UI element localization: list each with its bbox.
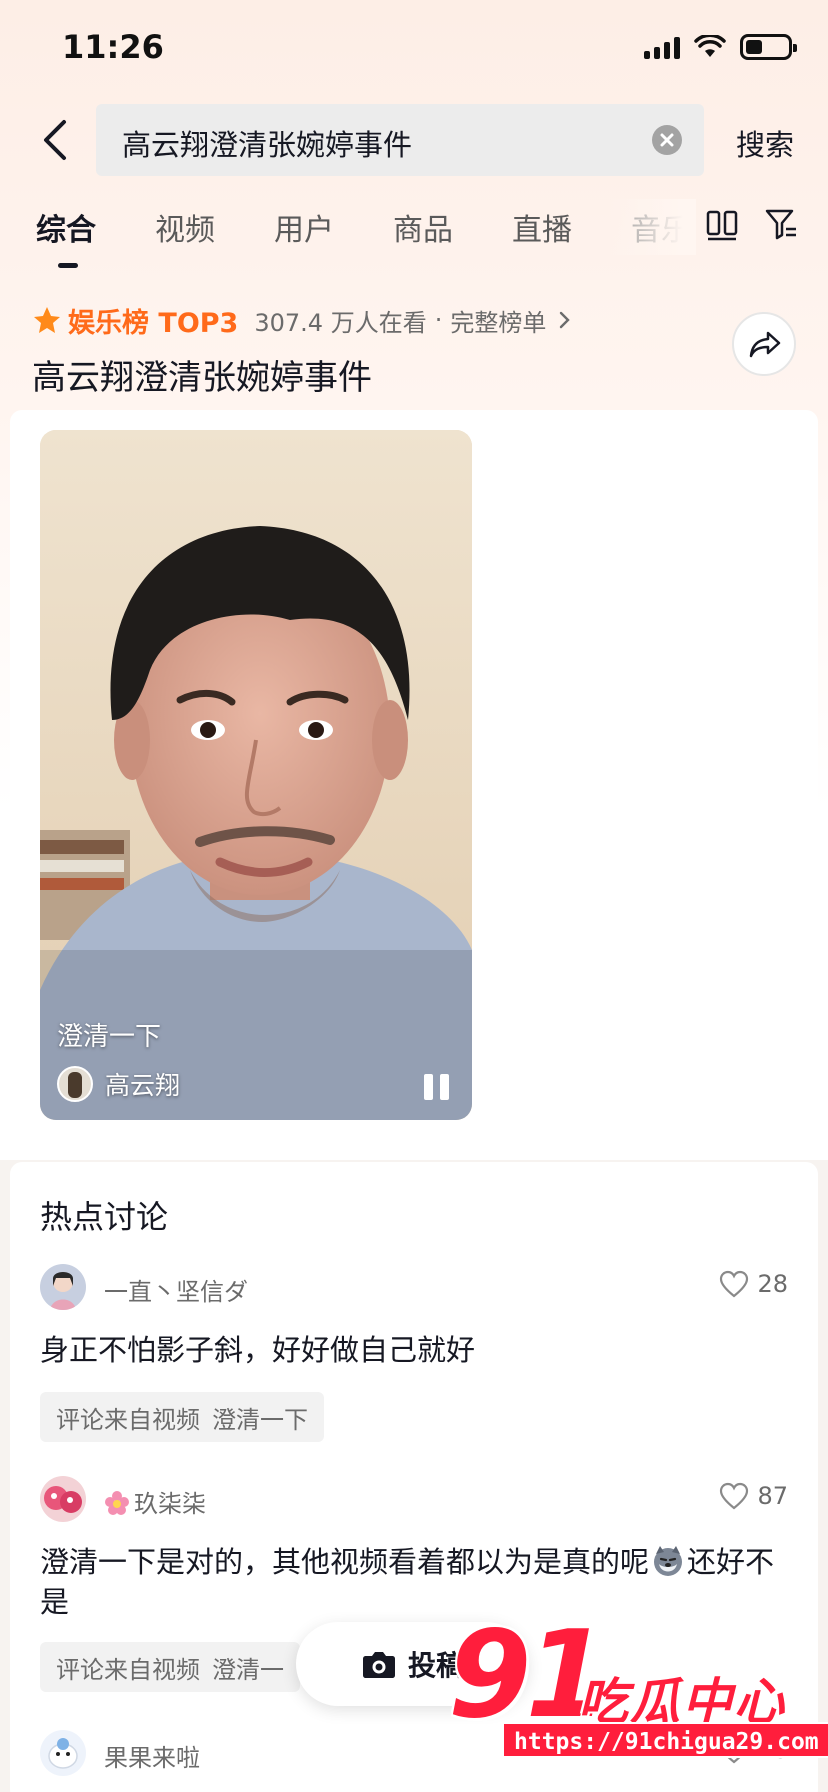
hotlist-view-count: 307.4 万人在看: [254, 308, 427, 337]
status-time: 11:26: [62, 28, 164, 66]
comment-text: 身正不怕影子斜，好好做自己就好: [40, 1333, 476, 1367]
comment-source-video: 澄清一: [212, 1655, 284, 1684]
avatar[interactable]: [40, 1476, 86, 1522]
heart-icon: [720, 1482, 749, 1510]
dual-column-layout-icon[interactable]: [706, 209, 738, 241]
active-tab-indicator: [58, 263, 78, 268]
comment-source-video: 澄清一下: [212, 1405, 308, 1434]
tab-video[interactable]: 视频: [155, 205, 215, 249]
result-tabs: 综合 视频 用户 商品 直播 音乐: [0, 199, 828, 275]
comment-source-tag[interactable]: 评论来自视频 澄清一: [40, 1642, 300, 1692]
comment-source-tag[interactable]: 评论来自视频 澄清一下: [40, 1392, 324, 1442]
chevron-right-icon: [560, 311, 571, 329]
comment-username[interactable]: 果果来啦: [104, 1738, 200, 1773]
status-icons: [644, 34, 797, 60]
pause-icon[interactable]: [424, 1074, 450, 1100]
full-list-link[interactable]: 完整榜单: [450, 303, 546, 338]
camera-icon: [363, 1652, 395, 1678]
avatar[interactable]: [40, 1730, 86, 1776]
avatar[interactable]: [40, 1264, 86, 1310]
tab-users[interactable]: 用户: [274, 205, 334, 249]
comment-item: 一直丶坚信ダ 28 身正不怕影子斜，好好做自己就好 评论来自视频 澄清一下: [40, 1264, 790, 1444]
wifi-icon: [694, 35, 726, 57]
share-icon: [749, 331, 781, 358]
search-query-text[interactable]: 高云翔澄清张婉婷事件: [122, 122, 412, 164]
hotlist-rank-tag: 娱乐榜 TOP3: [68, 307, 239, 339]
search-input[interactable]: 高云翔澄清张婉婷事件: [96, 104, 704, 176]
watermark-logo: 91 吃瓜中心 https://91chigua29.com: [440, 1616, 828, 1766]
comment-source-prefix: 评论来自视频: [56, 1655, 200, 1684]
status-bar: 11:26: [0, 0, 828, 100]
video-author-avatar: [57, 1066, 93, 1102]
share-button[interactable]: [732, 312, 796, 376]
filter-icon[interactable]: [764, 207, 798, 241]
star-icon: [34, 307, 60, 333]
like-button[interactable]: 87: [719, 1482, 788, 1510]
hotlist-separator: ·: [434, 306, 443, 334]
back-arrow-icon[interactable]: [36, 118, 76, 162]
clear-search-icon[interactable]: [652, 125, 682, 155]
search-button[interactable]: 搜索: [736, 122, 794, 164]
flower-icon: [105, 1491, 129, 1515]
like-button[interactable]: 28: [719, 1270, 788, 1298]
tab-fade-overlay: [608, 199, 696, 255]
video-card[interactable]: 澄清一下 高云翔: [40, 430, 472, 1120]
comment-text-part: 澄清一下是对的，其他视频看着都以为是真的呢: [40, 1545, 650, 1579]
tab-comprehensive[interactable]: 综合: [36, 205, 96, 249]
watermark-url: https://91chigua29.com: [502, 1722, 828, 1758]
comment-text: 澄清一下是对的，其他视频看着都以为是真的呢 还好不是: [40, 1542, 780, 1622]
heart-icon: [720, 1270, 749, 1298]
search-header: 高云翔澄清张婉婷事件 搜索: [0, 104, 828, 176]
topic-title[interactable]: 高云翔澄清张婉婷事件: [32, 350, 372, 399]
video-author[interactable]: 高云翔: [57, 1066, 180, 1102]
video-caption: 澄清一下: [57, 1022, 162, 1052]
video-author-name: 高云翔: [105, 1071, 181, 1100]
comment-username[interactable]: 玖柒柒: [104, 1484, 206, 1519]
tab-products[interactable]: 商品: [393, 205, 453, 249]
comment-source-prefix: 评论来自视频: [56, 1405, 200, 1434]
like-count: 28: [757, 1270, 788, 1298]
hotlist-rank-line[interactable]: 娱乐榜 TOP3 307.4 万人在看 · 完整榜单: [32, 300, 574, 340]
comment-username-text: 玖柒柒: [134, 1490, 206, 1518]
cellular-signal-icon: [644, 35, 680, 59]
husky-emoji-icon: [654, 1546, 683, 1576]
tab-live[interactable]: 直播: [512, 205, 572, 249]
discussion-title: 热点讨论: [40, 1198, 169, 1236]
comment-username[interactable]: 一直丶坚信ダ: [104, 1272, 248, 1307]
battery-icon: [740, 34, 797, 60]
like-count: 87: [757, 1482, 788, 1510]
